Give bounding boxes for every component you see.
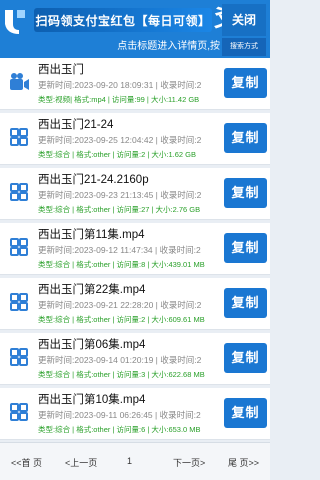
copy-button[interactable]: 复制 — [224, 178, 267, 208]
grid-icon — [10, 128, 28, 146]
marquee-notice: 点击标题进入详情页,按 — [117, 41, 220, 52]
list-item: 西出玉门21-24.2160p 更新时间:2023-09-23 21:13:45 … — [0, 168, 270, 220]
result-list: 西出玉门更新时间:2023-09-20 18:09:31 | 收录时间:2 类型:… — [0, 58, 270, 442]
item-meta: 类型:综合 | 格式:other | 访问量:8 | 大小:439.01 MB — [38, 260, 205, 269]
video-icon — [10, 73, 29, 90]
grid-icon — [10, 403, 28, 421]
item-timestamps: 更新时间:2023-09-25 12:04:42 | 收录时间:2 — [38, 135, 202, 145]
item-timestamps: 更新时间:2023-09-11 06:26:45 | 收录时间:2 — [38, 410, 201, 420]
item-title[interactable]: 西出玉门第10集.mp4 — [38, 391, 145, 407]
list-item: 西出玉门更新时间:2023-09-20 18:09:31 | 收录时间:2 类型:… — [0, 58, 270, 110]
item-timestamps: 更新时间:2023-09-21 22:28:20 | 收录时间:2 — [38, 300, 202, 310]
next-page-link[interactable]: 下一页> — [173, 456, 205, 469]
top-bar: 扫码领支付宝红包【每日可领】 爻 关闭 点击标题进入详情页,按 搜索方式 — [0, 0, 270, 58]
item-meta: 类型:综合 | 格式:other | 访问量:6 | 大小:653.0 MB — [38, 425, 201, 434]
copy-button[interactable]: 复制 — [224, 288, 267, 318]
list-item: 西出玉门21-24 更新时间:2023-09-25 12:04:42 | 收录时间… — [0, 113, 270, 165]
grid-icon — [10, 348, 28, 366]
item-title[interactable]: 西出玉门第22集.mp4 — [38, 281, 145, 297]
item-title[interactable]: 西出玉门 — [38, 61, 84, 77]
list-item: 西出玉门第10集.mp4 更新时间:2023-09-11 06:26:45 | 收… — [0, 388, 270, 440]
item-meta: 类型:综合 | 格式:other | 访问量:3 | 大小:622.68 MB — [38, 370, 205, 379]
copy-button[interactable]: 复制 — [224, 123, 267, 153]
first-page-link[interactable]: <<首 页 — [11, 456, 42, 469]
item-title[interactable]: 西出玉门21-24.2160p — [38, 171, 149, 187]
item-timestamps: 更新时间:2023-09-12 11:47:34 | 收录时间:2 — [38, 245, 201, 255]
app-logo-icon — [5, 10, 25, 34]
last-page-link[interactable]: 尾 页>> — [228, 456, 259, 469]
item-timestamps: 更新时间:2023-09-23 21:13:45 | 收录时间:2 — [38, 190, 202, 200]
item-meta: 类型:综合 | 格式:other | 访问量:27 | 大小:2.76 GB — [38, 205, 201, 214]
item-meta: 类型:综合 | 格式:other | 访问量:2 | 大小:609.61 MB — [38, 315, 205, 324]
item-timestamps: 更新时间:2023-09-20 18:09:31 | 收录时间:2 — [38, 80, 202, 90]
copy-button[interactable]: 复制 — [224, 343, 267, 373]
promo-text: 扫码领支付宝红包【每日可领】 — [35, 13, 211, 28]
item-meta: 类型:视频| 格式:mp4 | 访问量:99 | 大小:11.42 GB — [38, 95, 200, 104]
current-page: 1 — [127, 456, 133, 466]
item-meta: 类型:综合 | 格式:other | 访问量:2 | 大小:1.62 GB — [38, 150, 196, 159]
pagination: <<首 页 <上一页 1 下一页> 尾 页>> — [0, 442, 270, 480]
item-title[interactable]: 西出玉门第06集.mp4 — [38, 336, 145, 352]
list-item: 西出玉门第11集.mp4 更新时间:2023-09-12 11:47:34 | 收… — [0, 223, 270, 275]
list-item: 西出玉门第22集.mp4 更新时间:2023-09-21 22:28:20 | 收… — [0, 278, 270, 330]
grid-icon — [10, 293, 28, 311]
copy-button[interactable]: 复制 — [224, 233, 267, 263]
item-title[interactable]: 西出玉门21-24 — [38, 116, 113, 132]
search-mode-button[interactable]: 搜索方式 — [222, 38, 266, 56]
item-timestamps: 更新时间:2023-09-14 01:20:19 | 收录时间:2 — [38, 355, 202, 365]
copy-button[interactable]: 复制 — [224, 68, 267, 98]
item-title[interactable]: 西出玉门第11集.mp4 — [38, 226, 145, 242]
copy-button[interactable]: 复制 — [224, 398, 267, 428]
list-item: 西出玉门第06集.mp4 更新时间:2023-09-14 01:20:19 | 收… — [0, 333, 270, 385]
prev-page-link[interactable]: <上一页 — [65, 456, 97, 469]
promo-banner[interactable]: 扫码领支付宝红包【每日可领】 — [34, 8, 212, 32]
grid-icon — [10, 238, 28, 256]
close-button[interactable]: 关闭 — [222, 4, 266, 36]
grid-icon — [10, 183, 28, 201]
